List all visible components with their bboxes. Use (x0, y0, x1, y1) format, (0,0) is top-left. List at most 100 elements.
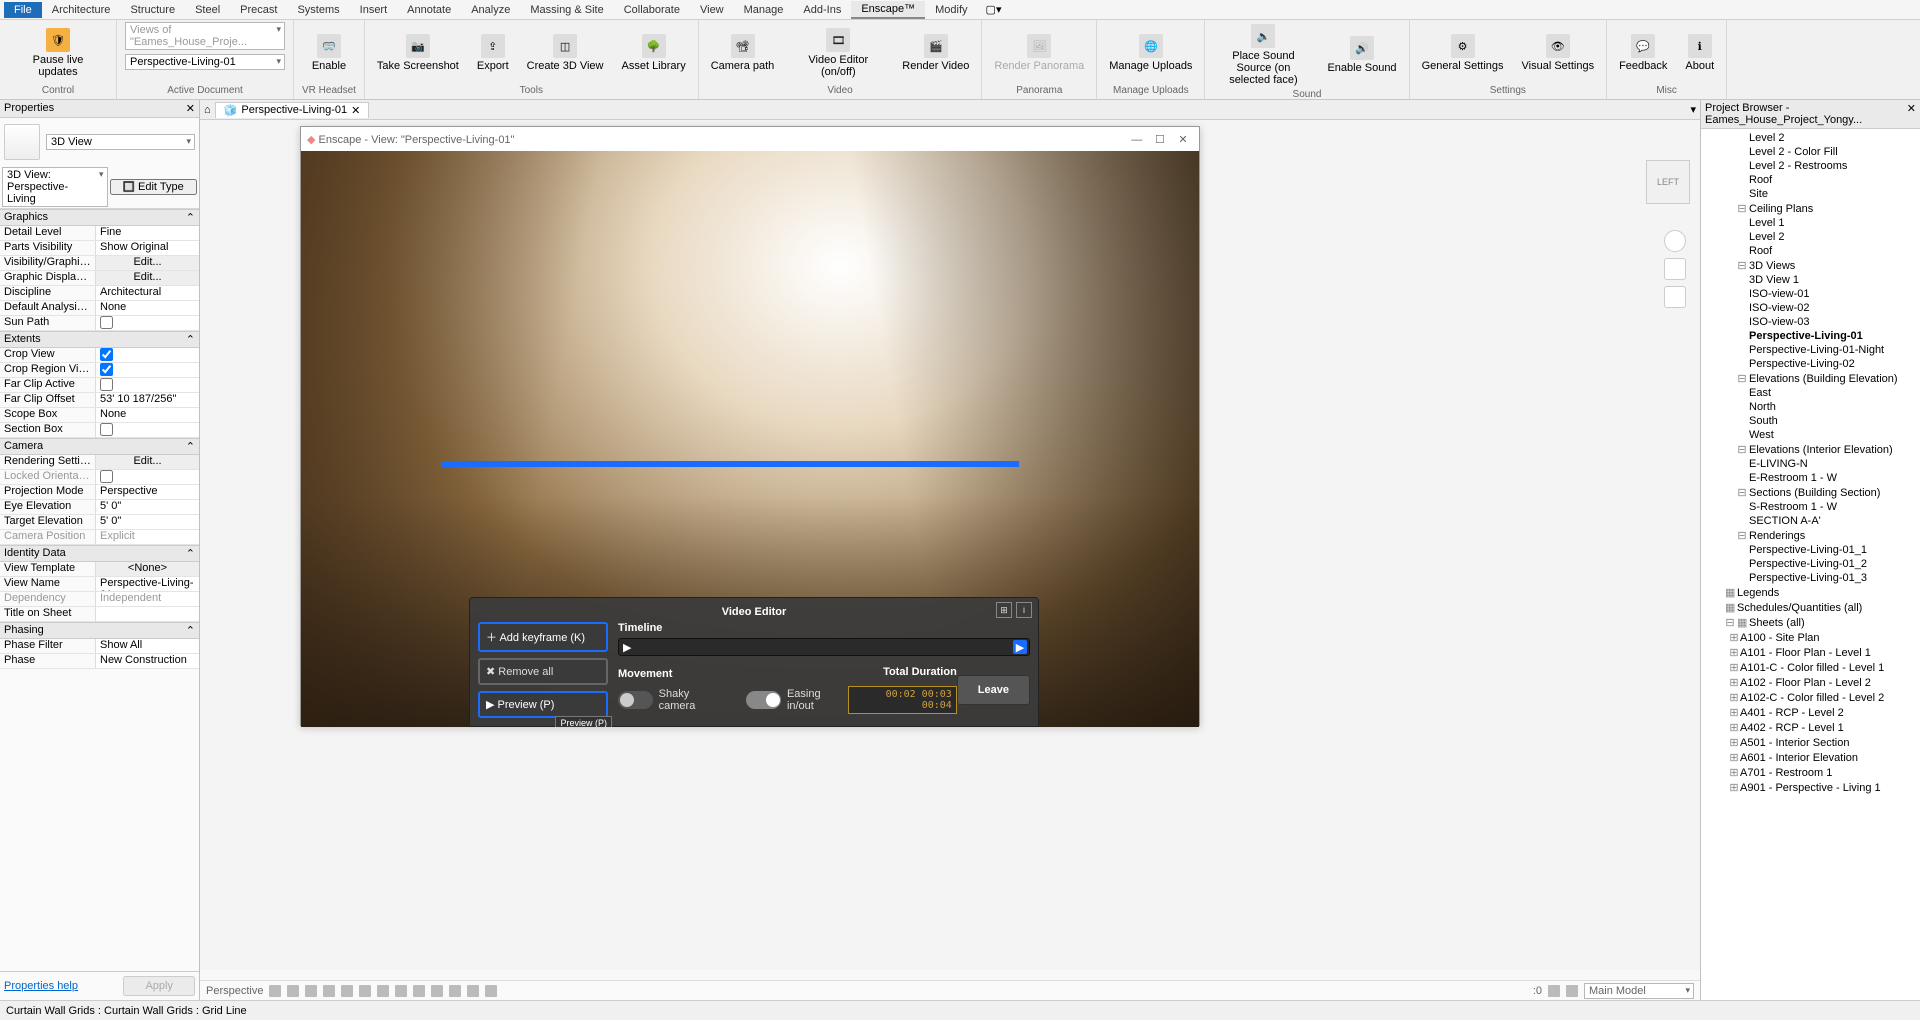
tree-node[interactable]: West (1701, 428, 1920, 442)
prop-section-identity-data[interactable]: Identity Data⌃ (0, 545, 199, 562)
video-settings-icon[interactable]: ⊞ (996, 602, 1012, 618)
vc-icon-10[interactable] (431, 985, 443, 997)
tree-node[interactable]: Level 2 - Restrooms (1701, 159, 1920, 173)
doc-tab[interactable]: 🧊 Perspective-Living-01 ✕ (215, 102, 370, 118)
prop-row[interactable]: View Template<None> (0, 562, 199, 577)
apply-button[interactable]: Apply (123, 976, 195, 996)
menu-tab-steel[interactable]: Steel (185, 2, 230, 18)
win-min-icon[interactable]: — (1127, 134, 1147, 146)
menu-overflow-icon[interactable]: ▢▾ (986, 3, 1002, 16)
menu-tab-view[interactable]: View (690, 2, 734, 18)
prop-row[interactable]: Target Elevation5' 0" (0, 515, 199, 530)
vc-icon-13[interactable] (485, 985, 497, 997)
tree-node[interactable]: ⊞A100 - Site Plan (1701, 630, 1920, 645)
menu-tab-insert[interactable]: Insert (350, 2, 398, 18)
prop-row[interactable]: Title on Sheet (0, 607, 199, 622)
prop-row[interactable]: Rendering SettingsEdit... (0, 455, 199, 470)
tree-node[interactable]: Level 2 (1701, 131, 1920, 145)
prop-row[interactable]: Scope BoxNone (0, 408, 199, 423)
tree-node[interactable]: ⊞A601 - Interior Elevation (1701, 750, 1920, 765)
current-view-combo[interactable]: Perspective-Living-01 (125, 54, 285, 70)
views-combo[interactable]: Views of "Eames_House_Proje... (125, 22, 285, 50)
general-settings-button[interactable]: ⚙General Settings (1418, 32, 1508, 74)
prop-row[interactable]: Projection ModePerspective (0, 485, 199, 500)
prop-row[interactable]: DependencyIndependent (0, 592, 199, 607)
view-mode-label[interactable]: Perspective (206, 985, 263, 997)
prop-row[interactable]: DisciplineArchitectural (0, 286, 199, 301)
vc-icon-11[interactable] (449, 985, 461, 997)
shaky-camera-toggle[interactable] (618, 691, 653, 709)
tree-node[interactable]: ⊞A101-C - Color filled - Level 1 (1701, 660, 1920, 675)
tree-node[interactable]: Site (1701, 187, 1920, 201)
screenshot-button[interactable]: 📷Take Screenshot (373, 32, 463, 74)
tree-node[interactable]: East (1701, 386, 1920, 400)
win-close-icon[interactable]: ✕ (1173, 133, 1193, 146)
tree-node[interactable]: ⊟3D Views (1701, 258, 1920, 273)
prop-row[interactable]: Sun Path (0, 316, 199, 331)
tree-node[interactable]: South (1701, 414, 1920, 428)
model-selector[interactable]: Main Model (1584, 983, 1694, 999)
prop-row[interactable]: Graphic Display Op...Edit... (0, 271, 199, 286)
tree-node[interactable]: SECTION A-A' (1701, 514, 1920, 528)
tree-node[interactable]: E-LIVING-N (1701, 457, 1920, 471)
vc-icon-12[interactable] (467, 985, 479, 997)
tree-node[interactable]: ⊞A102 - Floor Plan - Level 2 (1701, 675, 1920, 690)
prop-section-extents[interactable]: Extents⌃ (0, 331, 199, 348)
tree-node[interactable]: Roof (1701, 244, 1920, 258)
nav-home-icon[interactable] (1664, 230, 1686, 252)
timeline-end-marker[interactable]: ▶ (1013, 640, 1027, 654)
tree-node[interactable]: Perspective-Living-01_3 (1701, 571, 1920, 585)
prop-row[interactable]: Phase FilterShow All (0, 639, 199, 654)
properties-close-icon[interactable]: ✕ (186, 102, 195, 115)
menu-file[interactable]: File (4, 2, 42, 18)
menu-tab-systems[interactable]: Systems (287, 2, 349, 18)
prop-row[interactable]: PhaseNew Construction (0, 654, 199, 669)
menu-tab-manage[interactable]: Manage (734, 2, 794, 18)
menu-tab-structure[interactable]: Structure (120, 2, 185, 18)
view-cube[interactable]: LEFT (1646, 160, 1690, 204)
enable-sound-button[interactable]: 🔊Enable Sound (1323, 34, 1400, 76)
prop-row[interactable]: Detail LevelFine (0, 226, 199, 241)
video-editor-toggle-button[interactable]: 🎞Video Editor (on/off) (788, 26, 888, 80)
tree-node[interactable]: 3D View 1 (1701, 273, 1920, 287)
tree-node[interactable]: ⊟▦Sheets (all) (1701, 615, 1920, 630)
enscape-render-view[interactable]: ⊞ i Video Editor ＋ Add keyframe (K) ✖ Re… (301, 151, 1199, 727)
pause-live-updates-button[interactable]: 🛡 Pause live updates (8, 26, 108, 80)
asset-library-button[interactable]: 🌳Asset Library (618, 32, 690, 74)
prop-section-phasing[interactable]: Phasing⌃ (0, 622, 199, 639)
prop-row[interactable]: Eye Elevation5' 0" (0, 500, 199, 515)
tree-node[interactable]: Level 2 - Color Fill (1701, 145, 1920, 159)
properties-help-link[interactable]: Properties help (4, 980, 78, 992)
prop-row[interactable]: Visibility/Graphics ...Edit... (0, 256, 199, 271)
video-info-icon[interactable]: i (1016, 602, 1032, 618)
tree-node[interactable]: North (1701, 400, 1920, 414)
vc-model-icon[interactable] (1566, 985, 1578, 997)
about-button[interactable]: ℹAbout (1681, 32, 1718, 74)
tree-node[interactable]: Perspective-Living-02 (1701, 357, 1920, 371)
tree-node[interactable]: ⊞A402 - RCP - Level 1 (1701, 720, 1920, 735)
tree-node[interactable]: ⊞A501 - Interior Section (1701, 735, 1920, 750)
vc-icon-8[interactable] (395, 985, 407, 997)
timeline-track[interactable]: ▶ ▶ (618, 638, 1030, 656)
prop-row[interactable]: Far Clip Active (0, 378, 199, 393)
leave-button[interactable]: Leave (957, 675, 1030, 705)
tree-node[interactable]: ISO-view-02 (1701, 301, 1920, 315)
prop-row[interactable]: Far Clip Offset53' 10 187/256" (0, 393, 199, 408)
tree-node[interactable]: ⊟Elevations (Building Elevation) (1701, 371, 1920, 386)
preview-button[interactable]: ▶ Preview (P) Preview (P) (478, 691, 608, 718)
tree-node[interactable]: Perspective-Living-01_2 (1701, 557, 1920, 571)
tree-node[interactable]: ⊞A901 - Perspective - Living 1 (1701, 780, 1920, 795)
export-button[interactable]: ⇪Export (473, 32, 513, 74)
vc-icon-3[interactable] (305, 985, 317, 997)
menu-tab-precast[interactable]: Precast (230, 2, 287, 18)
remove-all-button[interactable]: ✖ Remove all (478, 658, 608, 685)
prop-row[interactable]: Crop View (0, 348, 199, 363)
nav-pan-icon[interactable] (1664, 286, 1686, 308)
tree-node[interactable]: ⊞A102-C - Color filled - Level 2 (1701, 690, 1920, 705)
tree-node[interactable]: ⊞A101 - Floor Plan - Level 1 (1701, 645, 1920, 660)
menu-tab-collaborate[interactable]: Collaborate (614, 2, 690, 18)
visual-settings-button[interactable]: 👁Visual Settings (1518, 32, 1599, 74)
vc-icon-9[interactable] (413, 985, 425, 997)
prop-row[interactable]: Crop Region Visible (0, 363, 199, 378)
camera-path-button[interactable]: 📽Camera path (707, 32, 779, 74)
